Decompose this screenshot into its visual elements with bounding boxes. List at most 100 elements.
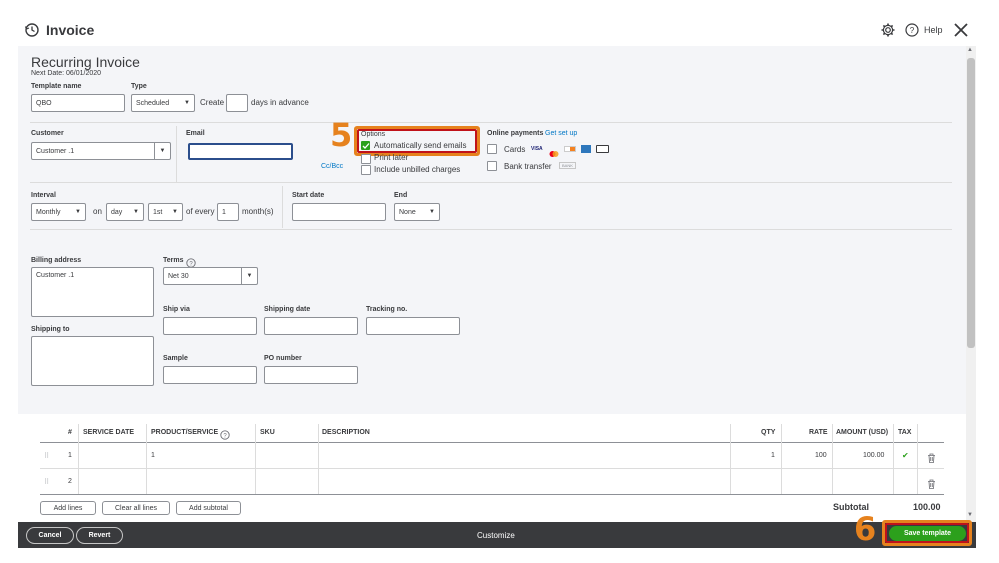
page-title: Invoice (46, 22, 95, 38)
cards-checkbox[interactable] (487, 144, 497, 154)
table-row-rule (40, 494, 944, 495)
col-header-product: PRODUCT/SERVICE (151, 429, 219, 436)
email-input[interactable] (188, 143, 293, 160)
revert-button[interactable]: Revert (76, 527, 123, 544)
step-6-marker: 6 (854, 510, 877, 548)
next-date: Next Date: 06/01/2020 (31, 70, 102, 77)
type-select[interactable]: Scheduled ▼ (131, 94, 195, 112)
on-label: on (93, 207, 102, 216)
months-label: month(s) (242, 207, 274, 216)
col-divider (781, 424, 782, 494)
customer-label: Customer (31, 130, 64, 137)
options-label: Options (361, 131, 386, 138)
step-5-marker: 5 (330, 116, 353, 154)
sample-input[interactable] (163, 366, 257, 384)
customize-link[interactable]: Customize (477, 531, 515, 540)
template-name-input[interactable]: QBO (31, 94, 125, 112)
terms-label: Terms (163, 257, 184, 264)
bank-transfer-label: Bank transfer (504, 162, 552, 171)
print-later-label: Print later (374, 153, 409, 162)
ship-via-input[interactable] (163, 317, 257, 335)
end-select-value: None (399, 208, 416, 216)
divider (30, 182, 952, 183)
tax-check-icon[interactable]: ✔ (902, 451, 909, 460)
col-divider (318, 424, 319, 494)
col-divider (78, 424, 79, 494)
interval-select-value: Monthly (36, 208, 61, 216)
recurring-history-icon[interactable] (24, 22, 40, 38)
interval-select[interactable]: Monthly ▼ (31, 203, 86, 221)
row-product[interactable]: 1 (151, 452, 155, 459)
terms-select-value: Net 30 (168, 272, 189, 280)
help-icon[interactable]: ? (905, 23, 919, 37)
chevron-down-icon: ▼ (184, 100, 190, 106)
close-icon[interactable] (953, 22, 969, 38)
billing-address-input[interactable]: Customer .1 (31, 267, 154, 317)
scrollbar-thumb[interactable] (967, 58, 975, 348)
cc-bcc-link[interactable]: Cc/Bcc (321, 163, 343, 170)
col-header-description: DESCRIPTION (322, 429, 370, 436)
col-divider (832, 424, 833, 494)
billing-address-label: Billing address (31, 257, 82, 264)
bank-transfer-checkbox[interactable] (487, 161, 497, 171)
add-lines-button[interactable]: Add lines (40, 501, 96, 515)
add-subtotal-button[interactable]: Add subtotal (176, 501, 241, 515)
create-days-input[interactable] (226, 94, 248, 112)
of-every-label: of every (186, 207, 215, 216)
scroll-down-icon[interactable]: ▼ (967, 512, 973, 518)
print-later-checkbox[interactable] (361, 154, 371, 164)
row-num: 1 (68, 452, 72, 459)
auto-send-label: Automatically send emails (374, 141, 467, 150)
tracking-no-input[interactable] (366, 317, 460, 335)
divider (30, 229, 952, 230)
scroll-up-icon[interactable]: ▲ (967, 47, 973, 53)
chevron-down-icon: ▼ (154, 143, 170, 159)
include-unbilled-checkbox[interactable] (361, 165, 371, 175)
auto-send-checkbox[interactable] (361, 141, 370, 150)
row-qty[interactable]: 1 (771, 452, 775, 459)
row-amount[interactable]: 100.00 (863, 452, 884, 459)
col-divider (146, 424, 147, 494)
day-select[interactable]: day ▼ (106, 203, 144, 221)
billing-address-value: Customer .1 (36, 272, 75, 279)
po-number-input[interactable] (264, 366, 358, 384)
gear-icon[interactable] (880, 22, 896, 38)
row-num: 2 (68, 478, 72, 485)
customer-select[interactable]: Customer .1 ▼ (31, 142, 171, 160)
chevron-down-icon: ▼ (429, 209, 435, 215)
cancel-button[interactable]: Cancel (26, 527, 74, 544)
trash-icon[interactable] (927, 450, 936, 463)
shipping-date-input[interactable] (264, 317, 358, 335)
start-date-input[interactable] (292, 203, 386, 221)
col-divider (255, 424, 256, 494)
header-bar (18, 16, 976, 46)
terms-select[interactable]: Net 30 ▼ (163, 267, 258, 285)
help-label[interactable]: Help (924, 25, 943, 35)
terms-help-icon[interactable]: ? (186, 255, 196, 268)
tracking-no-label: Tracking no. (366, 306, 408, 313)
trash-icon[interactable] (927, 476, 936, 489)
clear-all-lines-button[interactable]: Clear all lines (102, 501, 170, 515)
chevron-down-icon: ▼ (172, 209, 178, 215)
row-rate[interactable]: 100 (815, 452, 827, 459)
divider (30, 122, 952, 123)
col-divider (917, 424, 918, 494)
get-set-up-link[interactable]: Get set up (545, 130, 577, 137)
recurring-invoice-title: Recurring Invoice (31, 54, 140, 70)
table-row-rule (40, 468, 944, 469)
drag-handle-icon[interactable]: ⠿ (44, 452, 49, 460)
type-select-value: Scheduled (136, 99, 170, 107)
col-header-qty: QTY (761, 429, 776, 436)
divider (282, 186, 283, 228)
nth-select[interactable]: 1st ▼ (148, 203, 183, 221)
shipping-date-label: Shipping date (264, 306, 311, 313)
every-input[interactable]: 1 (217, 203, 239, 221)
col-header-tax: TAX (898, 429, 912, 436)
interval-label: Interval (31, 192, 56, 199)
drag-handle-icon[interactable]: ⠿ (44, 478, 49, 486)
product-help-icon[interactable]: ? (220, 427, 230, 440)
shipping-to-input[interactable] (31, 336, 154, 386)
day-select-value: day (111, 208, 123, 216)
end-select[interactable]: None ▼ (394, 203, 440, 221)
save-template-button[interactable]: Save template (889, 526, 966, 541)
